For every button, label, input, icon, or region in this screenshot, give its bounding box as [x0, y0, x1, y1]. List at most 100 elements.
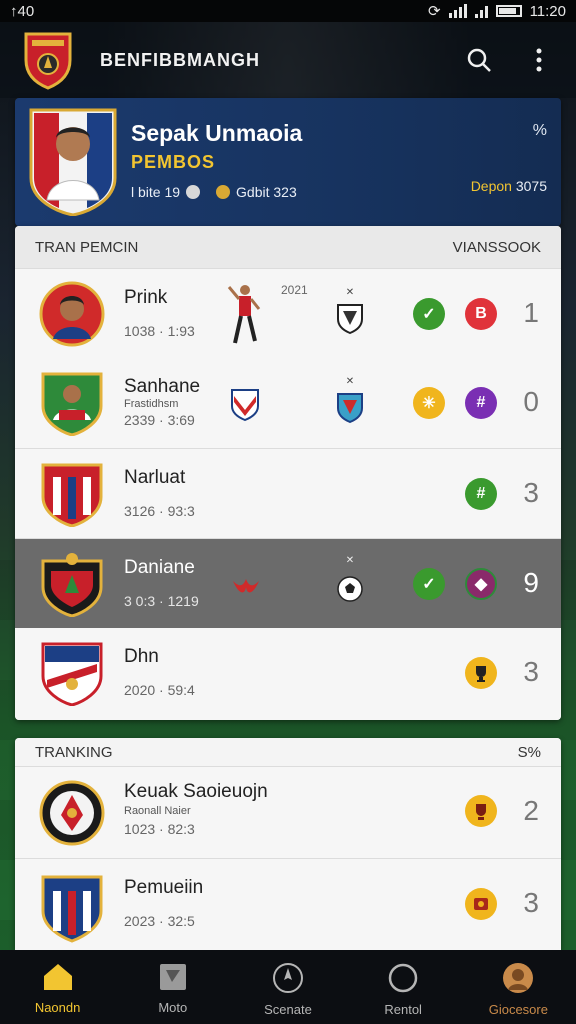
player-figure-icon	[227, 283, 263, 354]
row-score: 0	[523, 386, 539, 417]
nav-moto[interactable]: Moto	[123, 962, 223, 1015]
featured-stats: l bite 19 Gdbit 323	[131, 184, 297, 200]
row-subname: Raonall Naier	[124, 805, 191, 817]
list-item-selected[interactable]: Daniane 3 0:3 · 1219 ✕ ✓ ◆ 9	[15, 538, 561, 628]
nav-rentol[interactable]: Rentol	[353, 962, 453, 1017]
row-name: Daniane	[124, 557, 195, 578]
row-year: 2021	[281, 283, 308, 297]
club-crest-logo[interactable]	[22, 30, 74, 90]
row-date: 1038 · 1:93	[124, 323, 195, 339]
status-time-right: 11:20	[529, 2, 566, 20]
circle-icon	[388, 963, 418, 993]
search-icon[interactable]	[464, 45, 494, 75]
ranking-sort[interactable]: S%	[518, 744, 541, 761]
action-icon-yellow[interactable]: ✳	[413, 387, 445, 419]
list-item[interactable]: Sanhane Frastidhsm 2339 · 3:69 ✕ ✳ # 0	[15, 358, 561, 448]
row-score: 3	[523, 887, 539, 918]
featured-player-card[interactable]: Sepak Unmaoia PEMBOS l bite 19 Gdbit 323…	[15, 98, 561, 226]
action-icon-green[interactable]: ✓	[413, 298, 445, 330]
list-item[interactable]: Pemueiin 2023 · 32:5 3	[15, 858, 561, 950]
featured-points: Depon 3075	[471, 178, 547, 194]
club-badge-icon: ✕	[335, 374, 365, 435]
card-icon	[159, 964, 186, 990]
row-name: Prink	[124, 287, 168, 308]
action-icon-purple[interactable]: #	[465, 387, 497, 419]
list-item[interactable]: Dhn 2020 · 59:4 3	[15, 628, 561, 720]
player-portrait	[29, 108, 117, 217]
team-badge	[39, 461, 105, 528]
medal-icon[interactable]	[465, 888, 497, 920]
team-badge	[39, 551, 105, 618]
profile-icon	[503, 963, 534, 993]
row-score: 9	[523, 567, 539, 598]
coin-icon	[216, 185, 231, 199]
ranking-title: TRANKING	[35, 743, 113, 761]
flag-shield-icon	[230, 388, 260, 427]
points-label: Depon	[470, 178, 512, 194]
nav-label: Rentol	[384, 1002, 422, 1017]
svg-text:✕: ✕	[346, 287, 354, 298]
nav-label: Naondn	[34, 1000, 81, 1015]
sync-icon: ⟳	[427, 3, 441, 20]
nav-scenate[interactable]: Scenate	[238, 962, 338, 1017]
featured-stat-1: l bite 19	[131, 184, 181, 200]
action-icon-red[interactable]: B	[465, 298, 497, 330]
team-list-header: TRAN PEMCIN VIANSSOOK	[15, 226, 561, 268]
featured-close-button[interactable]: %	[533, 122, 547, 140]
team-badge	[39, 640, 105, 707]
row-name: Pemueiin	[124, 877, 204, 898]
row-score: 3	[523, 477, 539, 508]
wing-icon	[231, 577, 261, 606]
svg-text:✕: ✕	[346, 555, 354, 566]
points-value: 3075	[515, 178, 547, 194]
team-list-title: TRAN PEMCIN	[35, 238, 139, 256]
more-options-icon[interactable]	[524, 45, 554, 75]
svg-text:✕: ✕	[346, 376, 354, 387]
team-badge	[39, 775, 105, 846]
action-icon-green[interactable]: ✓	[413, 568, 445, 600]
row-date: 2020 · 59:4	[124, 682, 195, 698]
list-item[interactable]: Prink 1038 · 1:93 2021 ✕ ✓ B 1	[15, 268, 561, 358]
action-icon-badge[interactable]: ◆	[465, 568, 497, 600]
row-name: Dhn	[124, 646, 159, 667]
nav-profile[interactable]: Giocesore	[468, 962, 568, 1017]
wifi-signal-icon	[448, 4, 467, 18]
row-name: Keuak Saoieuojn	[124, 781, 268, 802]
app-title: BENFIBBMANGH	[100, 49, 260, 70]
row-date: 2339 · 3:69	[124, 412, 195, 428]
row-score: 3	[523, 656, 539, 687]
ball-icon	[186, 185, 201, 199]
trophy-icon[interactable]	[465, 657, 497, 689]
nav-label: Moto	[158, 1000, 188, 1015]
row-score: 2	[523, 795, 539, 826]
ranking-card: TRANKING S% Keuak Saoieuojn Raonall Naie…	[15, 738, 561, 950]
ranking-header: TRANKING S%	[15, 738, 561, 766]
list-item[interactable]: Keuak Saoieuojn Raonall Naier 1023 · 82:…	[15, 766, 561, 858]
nav-label: Giocesore	[488, 1002, 548, 1017]
status-time-left: ↑40	[10, 2, 35, 20]
nav-label: Scenate	[264, 1002, 312, 1017]
compass-icon	[272, 963, 303, 993]
row-date: 3126 · 93:3	[124, 503, 195, 519]
featured-subtitle: PEMBOS	[131, 152, 216, 172]
featured-name: Sepak Unmaoia	[131, 120, 303, 146]
football-icon: ✕	[335, 553, 365, 614]
row-score: 1	[523, 297, 539, 328]
medal-icon[interactable]	[465, 795, 497, 827]
featured-stat-2: Gdbit 323	[236, 184, 297, 200]
team-badge	[39, 873, 105, 943]
cell-signal-icon	[474, 4, 488, 18]
row-name: Sanhane	[124, 376, 201, 397]
list-item[interactable]: Narluat 3126 · 93:3 # 3	[15, 448, 561, 538]
row-date: 2023 · 32:5	[124, 913, 195, 929]
nav-home[interactable]: Naondn	[8, 962, 108, 1015]
bottom-navigation: Naondn Moto Scenate Rentol Giocesore	[0, 950, 576, 1024]
status-bar: ↑40 ⟳ 11:20	[0, 0, 576, 22]
row-date: 3 0:3 · 1219	[124, 593, 199, 609]
team-list-sort[interactable]: VIANSSOOK	[453, 239, 541, 256]
team-list-card: TRAN PEMCIN VIANSSOOK Prink 1038 · 1:93	[15, 226, 561, 720]
row-date: 1023 · 82:3	[124, 821, 195, 837]
team-badge	[39, 370, 105, 437]
action-icon-green[interactable]: #	[465, 478, 497, 510]
player-avatar	[39, 281, 105, 347]
